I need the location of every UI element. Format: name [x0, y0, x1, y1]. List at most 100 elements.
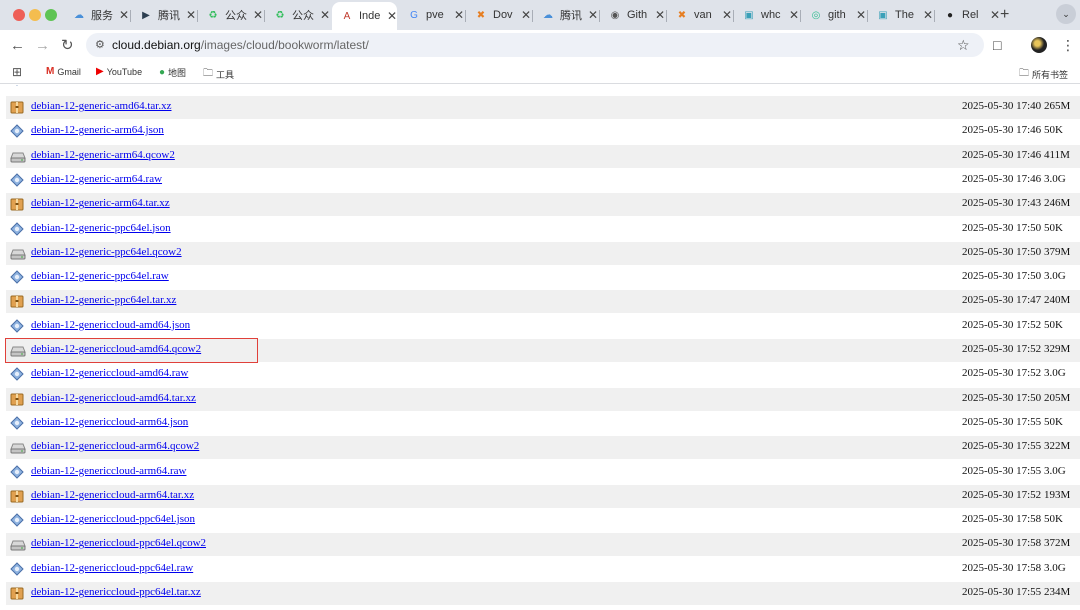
close-tab-icon[interactable]: ✕ — [186, 8, 196, 22]
close-tab-icon[interactable]: ✕ — [856, 8, 866, 22]
close-tab-icon[interactable]: ✕ — [789, 8, 799, 22]
file-link[interactable]: debian-12-generic-ppc64el.json — [31, 222, 171, 234]
close-tab-icon[interactable]: ✕ — [253, 8, 263, 22]
archive-file-icon — [10, 586, 24, 600]
archive-file-icon — [10, 197, 24, 211]
close-window-button[interactable] — [13, 9, 25, 21]
close-tab-icon[interactable]: ✕ — [722, 8, 732, 22]
close-tab-icon[interactable]: ✕ — [119, 8, 129, 22]
minimize-window-button[interactable] — [29, 9, 41, 21]
file-link[interactable]: debian-12-genericcloud-amd64.json — [31, 319, 190, 331]
file-link[interactable]: debian-12-generic-arm64.tar.xz — [31, 197, 170, 209]
tab-11[interactable]: ◎ gith ✕ — [801, 2, 866, 28]
file-link[interactable]: debian-12-genericcloud-ppc64el.qcow2 — [31, 537, 206, 549]
tab-6[interactable]: ✖ Dov ✕ — [466, 2, 531, 28]
file-link[interactable]: debian-12-generic-arm64.json — [31, 124, 164, 136]
apps-grid-icon[interactable]: ⊞ — [12, 65, 22, 79]
tab-8[interactable]: ◉ Gith ✕ — [600, 2, 665, 28]
tab-10[interactable]: ▣ whc ✕ — [734, 2, 799, 28]
file-link[interactable]: debian-12-generic-ppc64el.raw — [31, 270, 169, 282]
frame-icon: ▣ — [744, 9, 754, 21]
text-file-icon — [10, 221, 24, 236]
close-tab-icon[interactable]: ✕ — [923, 8, 933, 22]
tab-9[interactable]: ✖ van ✕ — [667, 2, 732, 28]
address-url[interactable]: cloud.debian.org/images/cloud/bookworm/l… — [112, 38, 369, 52]
close-tab-icon[interactable]: ✕ — [588, 8, 598, 22]
file-date: 2025-05-30 17:55 — [962, 415, 1042, 428]
file-size: 329M — [1044, 343, 1071, 355]
file-date: 2025-05-30 17:52 — [962, 343, 1042, 355]
tab-label: Rel — [962, 9, 979, 21]
table-row: debian-12-genericcloud-ppc64el.json 2025-… — [6, 509, 1080, 532]
file-link[interactable]: debian-12-genericcloud-ppc64el.raw — [31, 562, 193, 574]
cloud-icon: ☁ — [74, 9, 84, 21]
file-date: 2025-05-30 17:50 — [962, 270, 1042, 283]
bookmark-youtube[interactable]: ▶ YouTube — [96, 66, 142, 77]
file-link[interactable]: debian-12-genericcloud-amd64.tar.xz — [31, 392, 196, 404]
file-link[interactable]: debian-12-genericcloud-arm64.qcow2 — [31, 440, 199, 452]
table-row: debian-12-generic-ppc64el.tar.xz 2025-05-… — [6, 290, 1080, 314]
tab-0[interactable]: ☁ 服务 ✕ — [64, 2, 129, 28]
bookmark-tools-folder[interactable]: 🗀 工具 — [203, 66, 234, 83]
forward-icon[interactable]: → — [35, 37, 50, 54]
file-link[interactable]: debian-12-genericcloud-arm64.tar.xz — [31, 489, 194, 501]
back-icon[interactable]: ← — [10, 37, 25, 54]
tab-4[interactable]: A Inde ✕ — [332, 2, 397, 30]
file-size: 50K — [1044, 415, 1063, 428]
file-size: 3.0G — [1044, 464, 1066, 477]
tab-1[interactable]: ▶ 腾讯 ✕ — [131, 2, 196, 28]
file-link[interactable]: debian-12-generic-arm64.raw — [31, 173, 162, 185]
folder-icon: 🗀 — [203, 68, 213, 79]
file-date: 2025-05-30 17:46 — [962, 148, 1042, 161]
close-tab-icon[interactable]: ✕ — [454, 8, 464, 22]
file-link[interactable]: debian-12-generic-arm64.qcow2 — [31, 149, 175, 161]
close-tab-icon[interactable]: ✕ — [320, 8, 330, 22]
maximize-window-button[interactable] — [45, 9, 57, 21]
recycle-icon: ♻ — [275, 9, 285, 21]
bookmark-map[interactable]: ● 地图 — [159, 66, 186, 79]
tab-2[interactable]: ♻ 公众 ✕ — [198, 2, 263, 28]
tab-13[interactable]: ● Rel ✕ — [935, 2, 1000, 28]
reload-icon[interactable]: ↻ — [61, 36, 74, 54]
extensions-icon[interactable]: □ — [993, 37, 1001, 53]
file-link[interactable]: debian-12-genericcloud-amd64.raw — [31, 367, 188, 379]
table-row: debian-12-generic-arm64.json 2025-05-30 1… — [6, 120, 1080, 143]
map-pin-icon: ● — [159, 67, 166, 78]
tab-12[interactable]: ▣ The ✕ — [868, 2, 933, 28]
all-bookmarks-folder[interactable]: 🗀 所有书签 — [1019, 66, 1068, 83]
menu-kebab-icon[interactable]: ⋮ — [1061, 37, 1075, 54]
file-link[interactable]: debian-12-genericcloud-arm64.json — [31, 416, 188, 428]
close-tab-icon[interactable]: ✕ — [521, 8, 531, 22]
profile-avatar[interactable] — [1031, 37, 1047, 53]
folder-icon: 🗀 — [1019, 68, 1029, 79]
tab-5[interactable]: Gpve ✕ — [399, 2, 464, 28]
file-link[interactable]: debian-12-generic-amd64.tar.xz — [31, 100, 172, 112]
close-tab-icon[interactable]: ✕ — [990, 8, 1000, 22]
close-tab-icon[interactable]: ✕ — [387, 9, 397, 23]
tab-search-button[interactable]: ⌄ — [1056, 4, 1076, 24]
file-link[interactable]: debian-12-generic-ppc64el.tar.xz — [31, 294, 176, 306]
file-link[interactable]: debian-12-genericcloud-amd64.qcow2 — [31, 343, 201, 355]
directory-listing: debian-12-generic-amd64.raw2025-05-30 17… — [0, 85, 1080, 610]
disk-image-icon — [10, 537, 26, 551]
file-link[interactable]: debian-12-genericcloud-ppc64el.json — [31, 513, 195, 525]
file-link[interactable]: debian-12-genericcloud-arm64.raw — [31, 465, 186, 477]
file-size: 205M — [1044, 391, 1071, 404]
tab-7[interactable]: ☁ 腾讯 ✕ — [533, 2, 598, 28]
table-row: debian-12-generic-arm64.raw 2025-05-30 17… — [6, 169, 1080, 192]
site-settings-icon[interactable]: ⚙ — [95, 38, 105, 51]
file-size: 3.0G — [1044, 270, 1066, 283]
tab-3[interactable]: ♻ 公众 ✕ — [265, 2, 330, 28]
close-tab-icon[interactable]: ✕ — [655, 8, 665, 22]
text-file-icon — [10, 85, 24, 86]
file-link[interactable]: debian-12-genericcloud-ppc64el.tar.xz — [31, 586, 201, 598]
bookmark-gmail[interactable]: M Gmail — [46, 66, 81, 77]
tab-label: 腾讯 — [158, 10, 180, 22]
new-tab-button[interactable]: + — [1000, 6, 1009, 24]
frame-icon: ▣ — [878, 9, 888, 21]
bookmark-star-icon[interactable]: ☆ — [957, 37, 970, 54]
file-date: 2025-05-30 17:43 — [962, 197, 1042, 210]
tab-label: 服务 — [91, 10, 113, 22]
file-link[interactable]: debian-12-generic-ppc64el.qcow2 — [31, 246, 182, 258]
file-size: 193M — [1044, 488, 1071, 501]
